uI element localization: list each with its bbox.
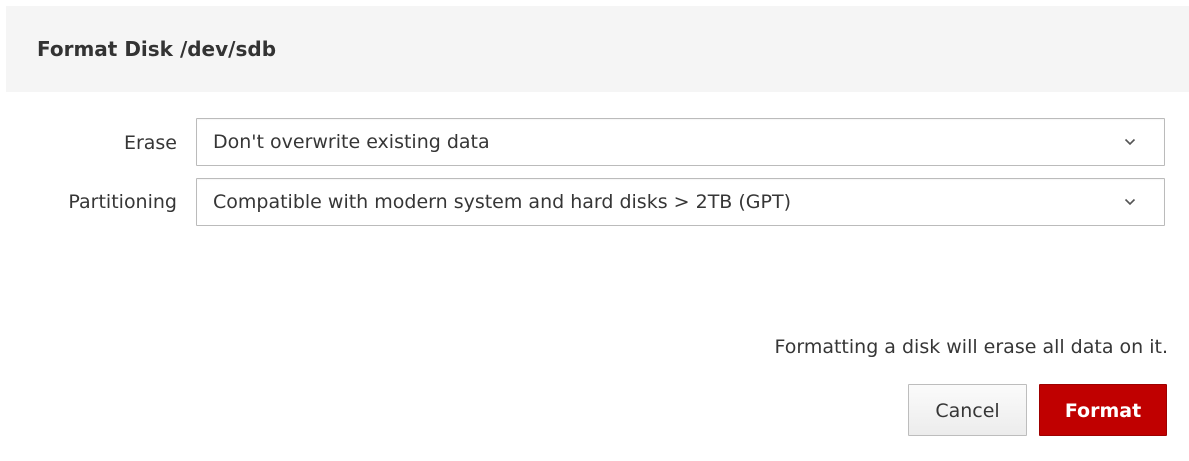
erase-warning-text: Formatting a disk will erase all data on… <box>774 336 1168 358</box>
partitioning-label: Partitioning <box>68 191 177 213</box>
partitioning-select-value: Compatible with modern system and hard d… <box>213 191 791 213</box>
partitioning-select[interactable]: Compatible with modern system and hard d… <box>196 178 1165 226</box>
chevron-down-icon <box>1124 197 1136 207</box>
erase-label: Erase <box>123 132 177 154</box>
format-button[interactable]: Format <box>1039 384 1167 436</box>
cancel-button[interactable]: Cancel <box>908 384 1027 436</box>
dialog-title: Format Disk /dev/sdb <box>37 37 277 61</box>
chevron-down-icon <box>1124 137 1136 147</box>
format-disk-dialog: Format Disk /dev/sdb Erase Don't overwri… <box>0 0 1189 461</box>
erase-select-value: Don't overwrite existing data <box>213 131 490 153</box>
erase-select[interactable]: Don't overwrite existing data <box>196 118 1165 166</box>
dialog-header: Format Disk /dev/sdb <box>6 6 1189 92</box>
